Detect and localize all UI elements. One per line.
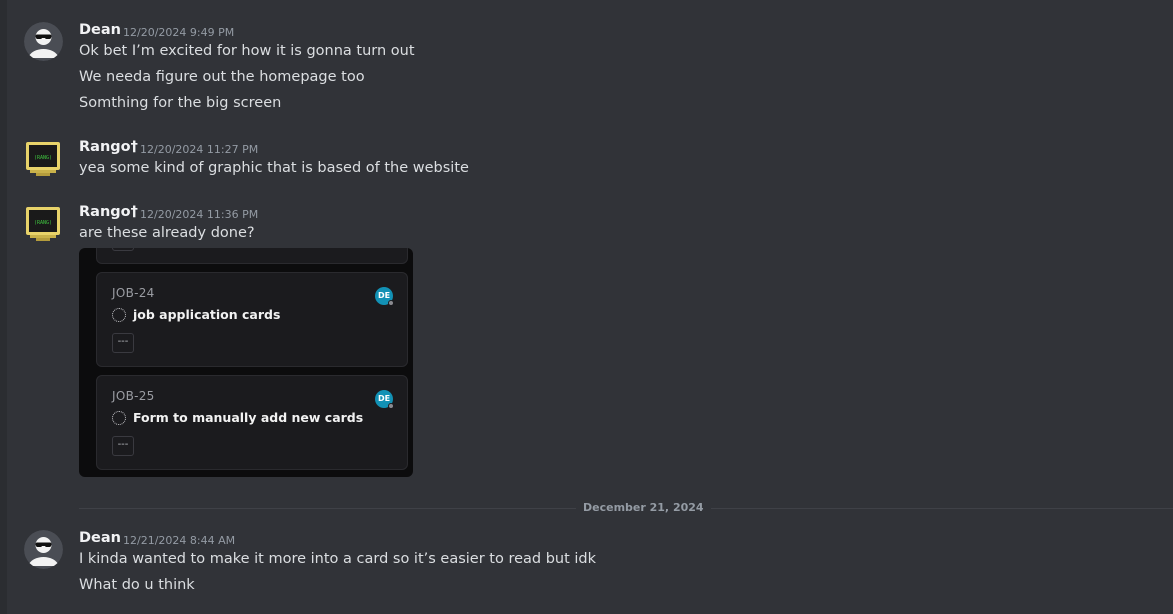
message-text: We needa figure out the homepage too	[79, 69, 365, 85]
task-id: JOB-25	[112, 389, 155, 403]
task-card-partial	[96, 248, 408, 264]
svg-text:(RANG): (RANG)	[34, 155, 52, 161]
date-divider-label: December 21, 2024	[576, 501, 711, 514]
username[interactable]: Dean	[79, 530, 121, 546]
task-title: Form to manually add new cards	[133, 410, 364, 425]
more-icon: ---	[112, 436, 134, 456]
message-text: I kinda wanted to make it more into a ca…	[79, 551, 597, 567]
username[interactable]: Rango†	[79, 139, 138, 155]
in-progress-icon	[112, 411, 126, 425]
task-title: job application cards	[133, 307, 281, 322]
timestamp[interactable]: 12/20/2024 9:49 PM	[123, 26, 234, 39]
more-icon: ---	[112, 333, 134, 353]
timestamp[interactable]: 12/20/2024 11:36 PM	[140, 208, 258, 221]
status-dot-icon	[388, 403, 394, 409]
task-id: JOB-24	[112, 286, 155, 300]
status-dot-icon	[388, 300, 394, 306]
timestamp[interactable]: 12/21/2024 8:44 AM	[123, 534, 235, 547]
username[interactable]: Dean	[79, 22, 121, 38]
in-progress-icon	[112, 308, 126, 322]
message-text: What do u think	[79, 577, 195, 593]
avatar-rango[interactable]: (RANG)	[24, 139, 63, 178]
message-text: Somthing for the big screen	[79, 95, 282, 111]
image-attachment[interactable]: JOB-24 DE job application cards --- JOB-…	[79, 248, 413, 477]
timestamp[interactable]: 12/20/2024 11:27 PM	[140, 143, 258, 156]
task-card: JOB-25 DE Form to manually add new cards…	[96, 375, 408, 470]
avatar-dean[interactable]	[24, 22, 63, 61]
message-text: Ok bet I’m excited for how it is gonna t…	[79, 43, 415, 59]
message-text: yea some kind of graphic that is based o…	[79, 160, 469, 176]
chat-messages: Dean 12/20/2024 9:49 PM Ok bet I’m excit…	[0, 0, 1173, 614]
more-icon	[112, 248, 134, 251]
username[interactable]: Rango†	[79, 204, 138, 220]
task-card: JOB-24 DE job application cards ---	[96, 272, 408, 367]
avatar-rango[interactable]: (RANG)	[24, 204, 63, 243]
svg-text:(RANG): (RANG)	[34, 220, 52, 226]
avatar-dean[interactable]	[24, 530, 63, 569]
message-text: are these already done?	[79, 225, 255, 241]
